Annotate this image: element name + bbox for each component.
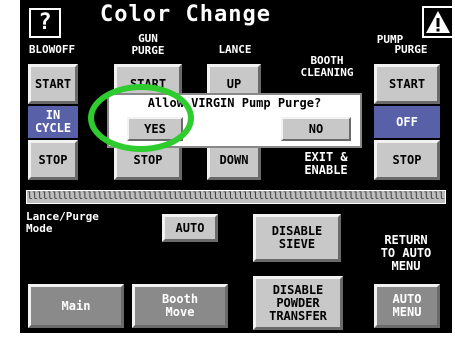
blowoff-label: BLOWOFF	[28, 43, 76, 56]
disable-sieve-button[interactable]: DISABLE SIEVE	[253, 214, 341, 262]
warning-triangle-icon[interactable]	[422, 6, 454, 38]
hmi-screen: ? Color Change BLOWOFF GUN PURGE LANCE B…	[20, 0, 454, 333]
progress-bar: llllllllllllllllllllllllllllllllllllllll…	[26, 190, 446, 204]
exit-enable-button[interactable]: EXIT & ENABLE	[284, 146, 368, 182]
gun-purge-label: GUN PURGE	[131, 32, 165, 57]
page-title: Color Change	[100, 2, 271, 27]
no-button[interactable]: NO	[281, 117, 351, 141]
help-button[interactable]: ?	[29, 8, 61, 38]
disable-powder-transfer-button[interactable]: DISABLE POWDER TRANSFER	[253, 276, 343, 330]
blowoff-status: IN CYCLE	[28, 106, 78, 138]
booth-cleaning-label: BOOTH CLEANING	[300, 54, 354, 79]
lance-label: LANCE	[218, 43, 252, 56]
pump-start-button[interactable]: START	[374, 64, 440, 104]
blowoff-stop-button[interactable]: STOP	[28, 140, 78, 180]
highlight-circle	[88, 84, 194, 152]
auto-button[interactable]: AUTO	[162, 214, 218, 242]
pump-stop-button[interactable]: STOP	[374, 140, 440, 180]
lance-purge-mode-label: Lance/Purge Mode	[26, 210, 99, 235]
return-to-auto-menu-label: RETURN TO AUTO MENU	[380, 232, 432, 273]
main-button[interactable]: Main	[28, 284, 124, 328]
warning-glyph	[426, 11, 450, 33]
auto-menu-button[interactable]: AUTO MENU	[374, 284, 440, 328]
pump-status: OFF	[374, 106, 440, 138]
blowoff-start-button[interactable]: START	[28, 64, 78, 104]
booth-move-button[interactable]: Booth Move	[132, 284, 228, 328]
pump-purge-label: PURGE	[394, 43, 428, 56]
